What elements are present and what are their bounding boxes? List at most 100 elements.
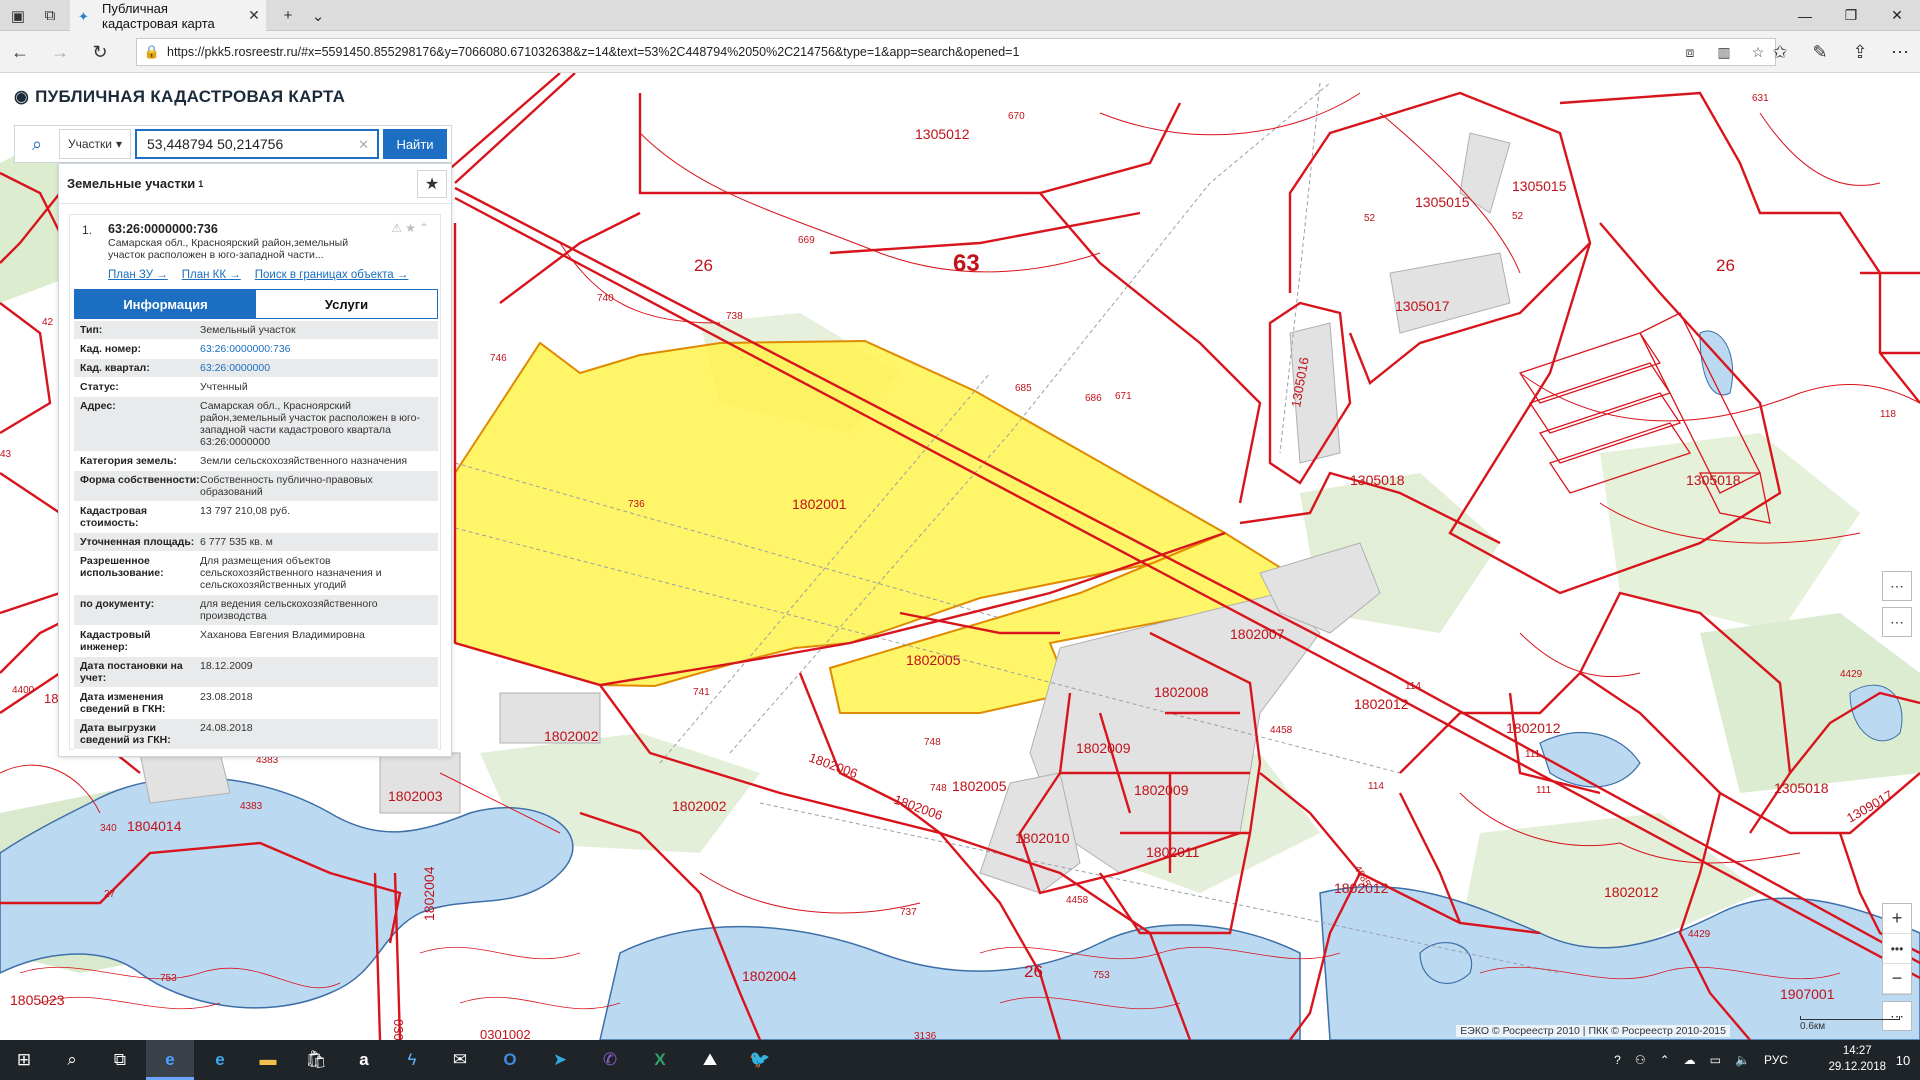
info-row: Дата изменения сведений в ГКН: 23.08.2018 [74,688,438,719]
map-more-button[interactable]: ⋯ [1882,571,1912,601]
search-input[interactable]: 53,448794 50,214756 ✕ [135,129,379,159]
close-window-icon[interactable]: ✕ [1874,0,1920,31]
more-icon[interactable]: ⋯ [1880,31,1920,73]
map-label: 1802001 [792,496,847,512]
url-text[interactable]: https://pkk5.rosreestr.ru/#x=5591450.855… [167,45,1673,59]
amazon-icon[interactable]: a [340,1040,388,1080]
share-icon[interactable]: ⇪ [1840,31,1880,73]
windows-start-icon[interactable]: ⊞ [0,1040,48,1080]
photos-icon[interactable]: ⛰ [686,1040,734,1080]
address-bar[interactable]: 🔒 https://pkk5.rosreestr.ru/#x=5591450.8… [136,38,1776,66]
browser-tab-bar: ▣ ⧉ ✦ Публичная кадастровая карта ✕ + ⌄ … [0,0,1920,31]
windows-taskbar: ⊞ ⌕ ⧉ e e ▬ 🛍 a ϟ ✉ O ➤ ✆ X ⛰ 🐦 ? ⚇ ⌃ ☁ … [0,1040,1920,1080]
app-title: ◉ ПУБЛИЧНАЯ КАДАСТРОВАЯ КАРТА [14,87,345,107]
search-icon[interactable]: ⌕ [19,129,55,159]
close-tab-icon[interactable]: ✕ [242,7,266,24]
map-label: 1305015 [1512,178,1567,194]
link-plan-kk[interactable]: План КК → [182,269,241,281]
favorites-icon[interactable]: ✩ [1760,31,1800,73]
map-viewport[interactable]: 1305012 670 631 1305015 52 1305015 52 63… [0,73,1920,1040]
task-view-icon[interactable]: ⧉ [96,1040,144,1080]
refresh-icon[interactable]: ↻ [80,31,120,73]
map-label: 748 [924,737,941,748]
zoom-in-button[interactable]: + [1883,904,1911,934]
info-value-link[interactable]: 63:26:0000000 [200,362,432,374]
clock-time: 14:27 [1842,1045,1872,1057]
link-plan-zu[interactable]: План ЗУ → [108,269,168,281]
map-label: 1802012 [1334,880,1389,896]
map-label: 0301002 [480,1027,531,1040]
edge-browser-icon[interactable]: e [146,1040,194,1080]
file-explorer-icon[interactable]: ▬ [244,1040,292,1080]
extension-icon[interactable]: ⧈ [1673,44,1707,61]
search-type-select[interactable]: Участки ▾ [59,129,131,159]
back-icon[interactable]: ← [0,31,40,73]
minimize-icon[interactable]: — [1782,0,1828,31]
map-label: 748 [930,783,947,794]
warning-icon[interactable]: ⚠ [391,221,405,235]
map-label: 1802009 [1134,782,1189,798]
language-indicator[interactable]: РУС [1764,1053,1788,1067]
info-key: Форма собственности: [80,474,200,486]
help-icon[interactable]: ? [1614,1053,1621,1067]
map-label: 753 [160,973,177,984]
zoom-out-button[interactable]: − [1883,964,1911,994]
map-more-button-2[interactable]: ⋯ [1882,607,1912,637]
tab-actions-icon[interactable]: ▣ [0,0,36,31]
info-row: Тип: Земельный участок [74,321,438,340]
map-label: 1802005 [906,652,961,668]
map-label: 52 [1512,211,1524,222]
map-label: 1802011 [1146,844,1200,860]
twitter-icon[interactable]: 🐦 [736,1040,784,1080]
browser-tab[interactable]: ✦ Публичная кадастровая карта ✕ [70,0,266,31]
result-index: 1. [82,223,93,237]
tab-list-chevron-icon[interactable]: ⌄ [300,0,336,31]
info-row: Адрес: Самарская обл., Красноярский район… [74,397,438,452]
pen-icon[interactable]: ✎ [1800,31,1840,73]
info-value: Учтенный [200,381,248,393]
info-row: Статус: Учтенный [74,378,438,397]
forward-icon[interactable]: → [40,31,80,73]
network-icon[interactable]: ▭ [1710,1053,1721,1067]
reading-view-icon[interactable]: ▥ [1707,44,1741,61]
search-button[interactable]: Найти [383,129,447,159]
set-aside-tabs-icon[interactable]: ⧉ [32,0,68,31]
onedrive-icon[interactable]: ☁ [1684,1053,1696,1067]
tab-services[interactable]: Услуги [256,290,437,318]
telegram-icon[interactable]: ➤ [536,1040,584,1080]
search-icon[interactable]: ⌕ [48,1040,96,1080]
map-label: 1305018 [1350,472,1405,488]
map-label: 52 [1364,213,1376,224]
people-icon[interactable]: ⚇ [1635,1053,1646,1067]
info-value-link[interactable]: 63:26:0000000:736 [200,343,432,355]
result-cad-number[interactable]: 63:26:0000000:736 [108,222,218,236]
viber-icon[interactable]: ✆ [586,1040,634,1080]
clock[interactable]: 14:27 29.12.2018 [1828,1043,1886,1075]
excel-icon[interactable]: X [636,1040,684,1080]
outlook-icon[interactable]: O [486,1040,534,1080]
restore-icon[interactable]: ❐ [1828,0,1874,31]
collapse-icon[interactable]: ⌃ [419,221,432,235]
info-row: Разрешенное использование: Для размещения… [74,552,438,595]
tab-info[interactable]: Информация [75,290,256,318]
tray-chevron-icon[interactable]: ⌃ [1660,1053,1670,1067]
link-search-within[interactable]: Поиск в границах объекта → [255,269,409,281]
map-label: 27 [104,889,116,900]
star-icon[interactable]: ★ [405,221,419,235]
result-short-desc: Самарская обл., Красноярский район,земел… [108,237,349,261]
map-label: 4458 [1270,725,1293,736]
result-card[interactable]: 1. 63:26:0000000:736 Самарская обл., Кра… [69,214,441,750]
ie-browser-icon[interactable]: e [196,1040,244,1080]
clear-icon[interactable]: ✕ [358,137,369,153]
store-icon[interactable]: 🛍 [292,1040,340,1080]
favorite-star-icon[interactable]: ★ [417,170,447,198]
card-actions[interactable]: ⚠★⌃ [391,221,432,235]
volume-icon[interactable]: 🔈 [1735,1053,1750,1067]
info-row: Кадастровый инженер: Хаханова Евгения Вла… [74,626,438,657]
mail-icon[interactable]: ✉ [436,1040,484,1080]
notification-center-icon[interactable]: 10 [1886,1040,1920,1080]
info-key: Разрешенное использование: [80,555,164,579]
map-label: 4400 [12,685,35,696]
power-automate-icon[interactable]: ϟ [388,1040,436,1080]
map-label: 1802008 [1154,684,1209,700]
